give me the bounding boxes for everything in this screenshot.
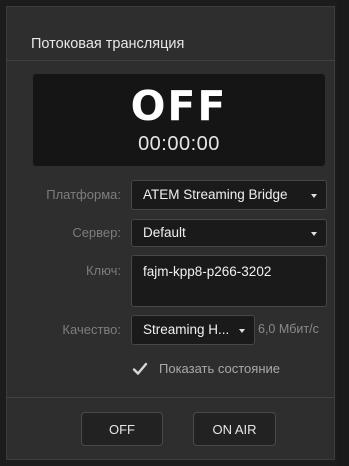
key-value: fajm-kpp8-p266-3202 xyxy=(143,264,272,279)
off-button-label: OFF xyxy=(109,421,135,437)
server-select[interactable]: Default xyxy=(131,219,327,247)
stream-timer: 00:00:00 xyxy=(138,133,220,155)
header-divider xyxy=(6,60,335,61)
platform-select[interactable]: ATEM Streaming Bridge xyxy=(131,180,327,210)
show-status-checkbox[interactable] xyxy=(132,361,148,376)
checkmark-icon xyxy=(132,362,148,375)
key-input[interactable]: fajm-kpp8-p266-3202 xyxy=(131,255,327,307)
platform-value: ATEM Streaming Bridge xyxy=(143,187,288,202)
show-status-label: Показать состояние xyxy=(159,361,280,376)
footer-divider xyxy=(6,397,335,398)
key-label: Ключ: xyxy=(85,263,121,278)
quality-select[interactable]: Streaming H... xyxy=(131,315,255,345)
chevron-down-icon xyxy=(311,232,317,236)
server-label: Сервер: xyxy=(72,225,121,240)
status-display: OFF 00:00:00 xyxy=(33,74,325,166)
quality-value: Streaming H... xyxy=(143,322,230,337)
panel-title: Потоковая трансляция xyxy=(31,36,185,52)
server-value: Default xyxy=(143,225,186,240)
on-air-button-label: ON AIR xyxy=(212,421,257,437)
chevron-down-icon xyxy=(311,194,317,198)
off-button[interactable]: OFF xyxy=(81,412,163,446)
quality-label: Качество: xyxy=(62,322,121,337)
on-air-button[interactable]: ON AIR xyxy=(193,412,276,446)
stream-state: OFF xyxy=(130,82,228,130)
window-edge xyxy=(337,0,349,466)
bitrate-text: 6,0 Мбит/с xyxy=(258,322,319,336)
chevron-down-icon xyxy=(239,329,245,333)
platform-label: Платформа: xyxy=(46,187,121,202)
